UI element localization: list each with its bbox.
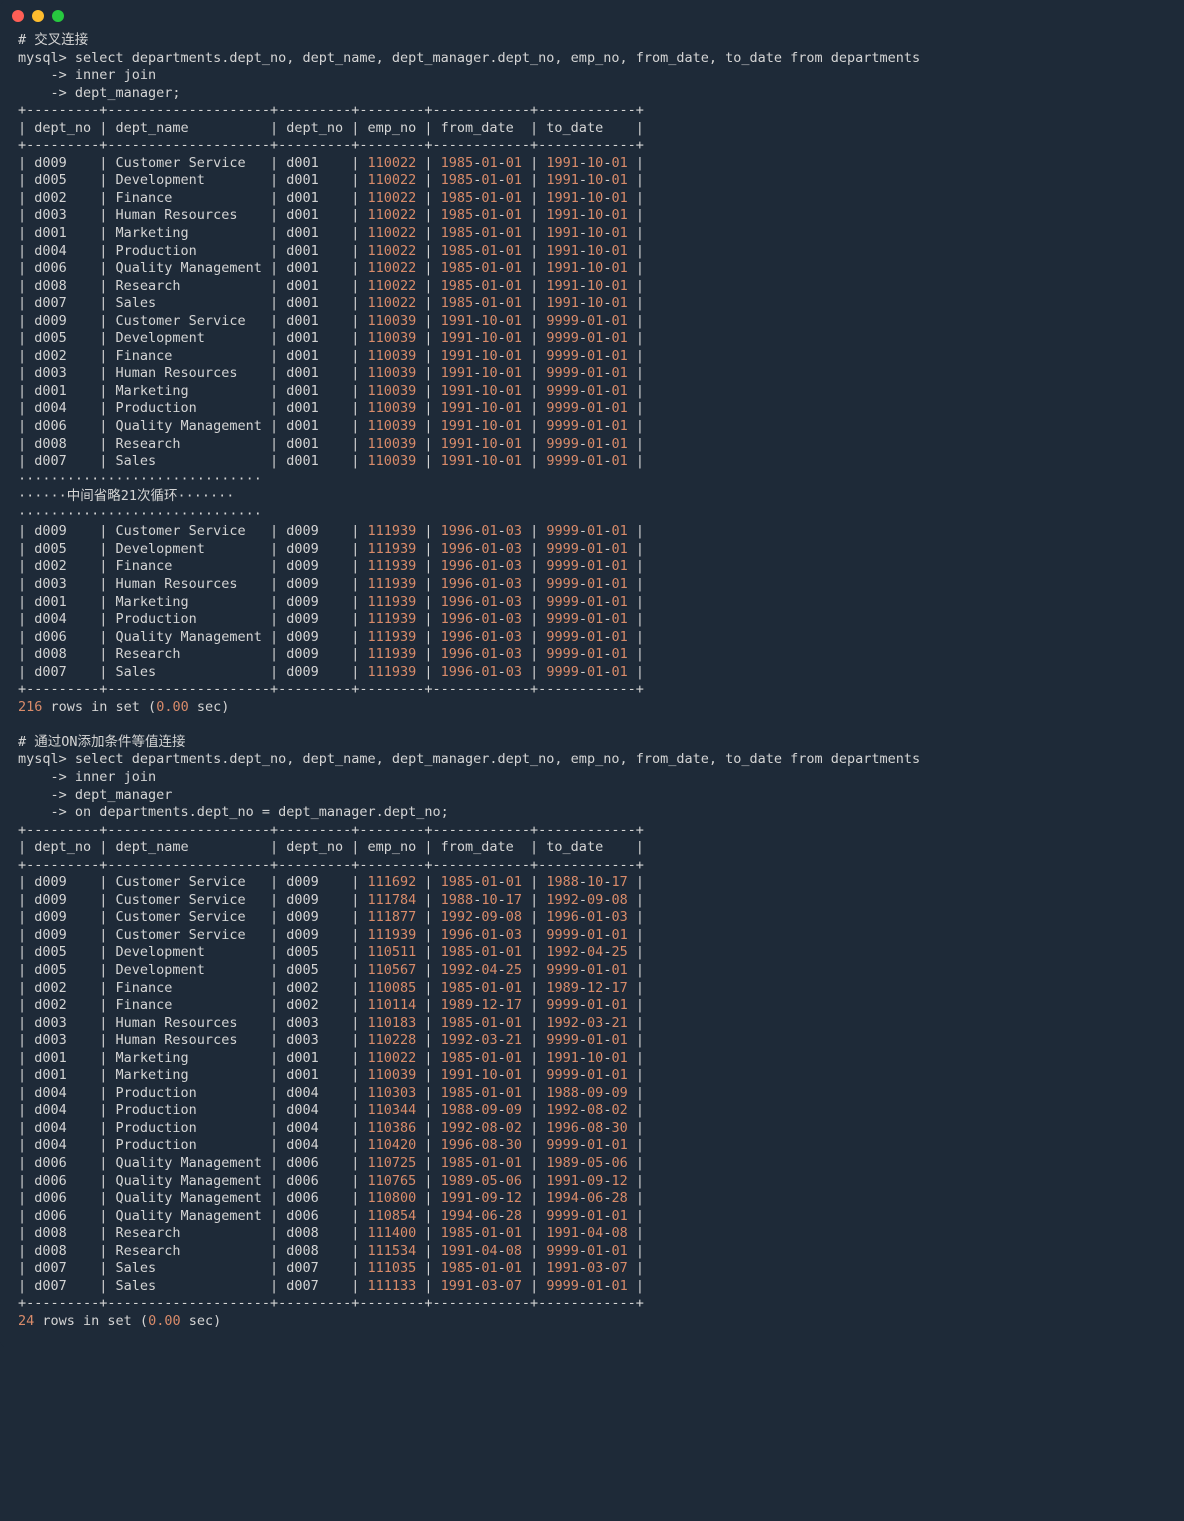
sql-prompt-line: mysql> select departments.dept_no, dept_… xyxy=(18,50,920,66)
table-row: | d004 | Production | d004 | 110420 | 19… xyxy=(18,1137,644,1153)
table-row: | d004 | Production | d004 | 110386 | 19… xyxy=(18,1120,644,1136)
table-row: | d009 | Customer Service | d001 | 11002… xyxy=(18,155,644,171)
table-separator: +---------+--------------------+--------… xyxy=(18,822,644,838)
table-row: | d001 | Marketing | d009 | 111939 | 199… xyxy=(18,594,644,610)
terminal-output[interactable]: # 交叉连接 mysql> select departments.dept_no… xyxy=(0,28,1184,1348)
table-row: | d001 | Marketing | d001 | 110022 | 198… xyxy=(18,225,644,241)
omission-line: ······························ xyxy=(18,506,262,522)
table-row: | d007 | Sales | d009 | 111939 | 1996-01… xyxy=(18,664,644,680)
table-row: | d008 | Research | d009 | 111939 | 1996… xyxy=(18,646,644,662)
table-row: | d002 | Finance | d002 | 110114 | 1989-… xyxy=(18,997,644,1013)
sql-comment: # 通过ON添加条件等值连接 xyxy=(18,734,186,750)
table-row: | d006 | Quality Management | d009 | 111… xyxy=(18,629,644,645)
sql-prompt-line: mysql> select departments.dept_no, dept_… xyxy=(18,751,920,767)
table-row: | d005 | Development | d005 | 110567 | 1… xyxy=(18,962,644,978)
window-titlebar xyxy=(0,0,1184,28)
table-row: | d004 | Production | d004 | 110344 | 19… xyxy=(18,1102,644,1118)
table-row: | d004 | Production | d001 | 110039 | 19… xyxy=(18,400,644,416)
table-row: | d003 | Human Resources | d003 | 110228… xyxy=(18,1032,644,1048)
table-row: | d009 | Customer Service | d009 | 11178… xyxy=(18,892,644,908)
table-row: | d001 | Marketing | d001 | 110039 | 199… xyxy=(18,1067,644,1083)
table-row: | d003 | Human Resources | d003 | 110183… xyxy=(18,1015,644,1031)
result-footer: 216 rows in set (0.00 sec) xyxy=(18,699,229,715)
table-row: | d008 | Research | d001 | 110022 | 1985… xyxy=(18,278,644,294)
table-separator: +---------+--------------------+--------… xyxy=(18,681,644,697)
table-row: | d005 | Development | d001 | 110022 | 1… xyxy=(18,172,644,188)
table-row: | d008 | Research | d001 | 110039 | 1991… xyxy=(18,436,644,452)
table-row: | d006 | Quality Management | d006 | 110… xyxy=(18,1155,644,1171)
table-separator: +---------+--------------------+--------… xyxy=(18,137,644,153)
table-row: | d009 | Customer Service | d009 | 11193… xyxy=(18,523,644,539)
table-row: | d006 | Quality Management | d001 | 110… xyxy=(18,260,644,276)
table-row: | d003 | Human Resources | d001 | 110039… xyxy=(18,365,644,381)
maximize-icon[interactable] xyxy=(52,10,64,22)
table-row: | d007 | Sales | d007 | 111035 | 1985-01… xyxy=(18,1260,644,1276)
table-row: | d006 | Quality Management | d006 | 110… xyxy=(18,1208,644,1224)
terminal-window: # 交叉连接 mysql> select departments.dept_no… xyxy=(0,0,1184,1348)
table-row: | d006 | Quality Management | d006 | 110… xyxy=(18,1173,644,1189)
table-row: | d007 | Sales | d007 | 111133 | 1991-03… xyxy=(18,1278,644,1294)
table-row: | d004 | Production | d004 | 110303 | 19… xyxy=(18,1085,644,1101)
table-row: | d006 | Quality Management | d006 | 110… xyxy=(18,1190,644,1206)
table-row: | d008 | Research | d008 | 111534 | 1991… xyxy=(18,1243,644,1259)
table-separator: +---------+--------------------+--------… xyxy=(18,857,644,873)
table-row: | d007 | Sales | d001 | 110039 | 1991-10… xyxy=(18,453,644,469)
table-row: | d006 | Quality Management | d001 | 110… xyxy=(18,418,644,434)
table-row: | d002 | Finance | d009 | 111939 | 1996-… xyxy=(18,558,644,574)
table-row: | d002 | Finance | d001 | 110039 | 1991-… xyxy=(18,348,644,364)
table-row: | d001 | Marketing | d001 | 110039 | 199… xyxy=(18,383,644,399)
table-row: | d009 | Customer Service | d001 | 11003… xyxy=(18,313,644,329)
table-row: | d003 | Human Resources | d001 | 110022… xyxy=(18,207,644,223)
table-row: | d009 | Customer Service | d009 | 11187… xyxy=(18,909,644,925)
sql-prompt-line: -> on departments.dept_no = dept_manager… xyxy=(18,804,449,820)
omission-line: ······中间省略21次循环······· xyxy=(18,488,234,504)
sql-prompt-line: -> dept_manager xyxy=(18,787,172,803)
table-header-row: | dept_no | dept_name | dept_no | emp_no… xyxy=(18,839,644,855)
table-separator: +---------+--------------------+--------… xyxy=(18,1295,644,1311)
table-row: | d004 | Production | d009 | 111939 | 19… xyxy=(18,611,644,627)
table-row: | d005 | Development | d009 | 111939 | 1… xyxy=(18,541,644,557)
sql-comment: # 交叉连接 xyxy=(18,32,88,48)
table-header-row: | dept_no | dept_name | dept_no | emp_no… xyxy=(18,120,644,136)
minimize-icon[interactable] xyxy=(32,10,44,22)
sql-prompt-line: -> inner join xyxy=(18,67,156,83)
sql-prompt-line: -> inner join xyxy=(18,769,156,785)
table-separator: +---------+--------------------+--------… xyxy=(18,102,644,118)
table-row: | d004 | Production | d001 | 110022 | 19… xyxy=(18,243,644,259)
table-row: | d001 | Marketing | d001 | 110022 | 198… xyxy=(18,1050,644,1066)
sql-prompt-line: -> dept_manager; xyxy=(18,85,181,101)
table-row: | d009 | Customer Service | d009 | 11193… xyxy=(18,927,644,943)
table-row: | d003 | Human Resources | d009 | 111939… xyxy=(18,576,644,592)
omission-line: ······························ xyxy=(18,471,262,487)
table-row: | d009 | Customer Service | d009 | 11169… xyxy=(18,874,644,890)
result-footer: 24 rows in set (0.00 sec) xyxy=(18,1313,221,1329)
table-row: | d005 | Development | d005 | 110511 | 1… xyxy=(18,944,644,960)
table-row: | d005 | Development | d001 | 110039 | 1… xyxy=(18,330,644,346)
table-row: | d002 | Finance | d002 | 110085 | 1985-… xyxy=(18,980,644,996)
table-row: | d007 | Sales | d001 | 110022 | 1985-01… xyxy=(18,295,644,311)
close-icon[interactable] xyxy=(12,10,24,22)
table-row: | d002 | Finance | d001 | 110022 | 1985-… xyxy=(18,190,644,206)
table-row: | d008 | Research | d008 | 111400 | 1985… xyxy=(18,1225,644,1241)
